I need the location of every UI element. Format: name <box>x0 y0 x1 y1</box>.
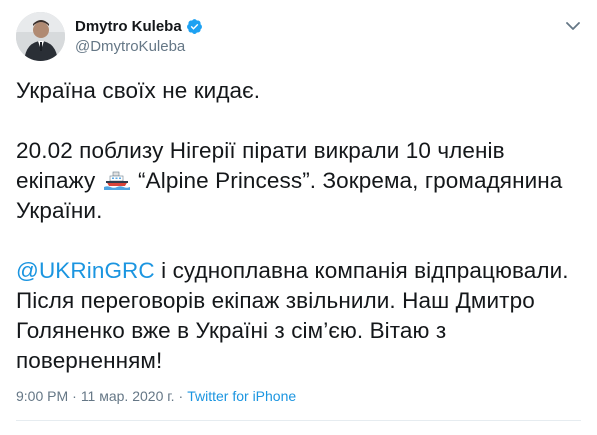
tweet-header: Dmytro Kuleba @DmytroKuleba <box>16 12 203 61</box>
tweet-source-link[interactable]: Twitter for iPhone <box>187 388 296 404</box>
divider <box>16 420 581 421</box>
avatar[interactable] <box>16 12 65 61</box>
verified-badge-icon <box>186 18 203 35</box>
author-names: Dmytro Kuleba @DmytroKuleba <box>75 17 203 56</box>
tweet-paragraph-3: @UKRinGRC і судноплавна компанія відпрац… <box>16 256 581 376</box>
tweet-meta: 9:00 PM · 11 мар. 2020 г. · Twitter for … <box>16 388 296 404</box>
author-handle[interactable]: @DmytroKuleba <box>75 37 203 57</box>
tweet-text: Україна своїх не кидає. 20.02 поблизу Ні… <box>16 76 581 376</box>
ship-emoji-icon <box>103 168 130 190</box>
meta-separator-2: · <box>178 388 184 404</box>
tweet-paragraph-2: 20.02 поблизу Нігерії пірати викрали 10 … <box>16 136 581 226</box>
author-display-name[interactable]: Dmytro Kuleba <box>75 17 182 37</box>
tweet-date[interactable]: 11 мар. 2020 г. <box>81 388 175 404</box>
mention-link[interactable]: @UKRinGRC <box>16 258 155 283</box>
tweet-paragraph-1: Україна своїх не кидає. <box>16 78 261 103</box>
avatar-image <box>16 12 65 61</box>
tweet-card: Dmytro Kuleba @DmytroKuleba Україна свої… <box>0 0 597 435</box>
tweet-paragraph-2-end: “Alpine Princess”. Зокрема, громадянина … <box>16 168 563 223</box>
chevron-down-icon[interactable] <box>563 16 583 36</box>
tweet-time[interactable]: 9:00 PM <box>16 388 68 404</box>
meta-separator: · <box>72 388 77 404</box>
name-row: Dmytro Kuleba <box>75 17 203 37</box>
